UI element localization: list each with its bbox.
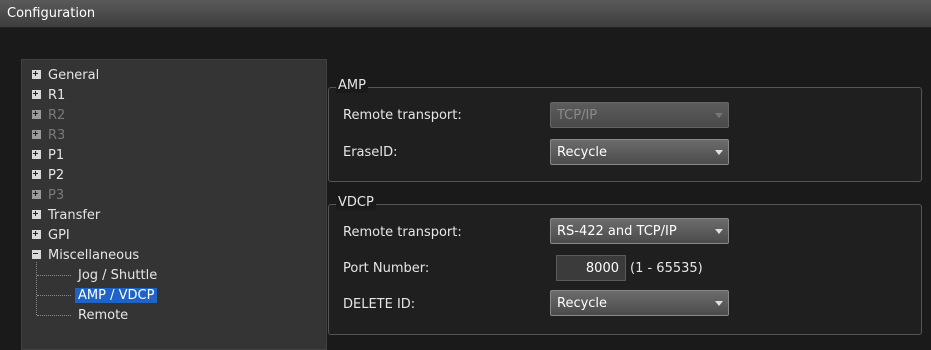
collapse-icon[interactable] (32, 250, 41, 259)
expand-icon[interactable] (32, 170, 41, 179)
chevron-down-icon (715, 301, 723, 306)
chevron-down-icon (715, 150, 723, 155)
chevron-down-icon (715, 229, 723, 234)
tree-connector (37, 295, 71, 296)
amp-group-title: AMP (336, 78, 368, 93)
tree-connector (37, 275, 71, 276)
expand-icon (32, 110, 41, 119)
window-title: Configuration (7, 6, 96, 21)
tree-connector (37, 315, 71, 316)
vdcp-remote-transport-label: Remote transport: (343, 225, 462, 240)
vdcp-group-title: VDCP (336, 195, 376, 210)
expand-icon[interactable] (32, 90, 41, 99)
title-bar: Configuration (0, 0, 931, 28)
vdcp-port-number-label: Port Number: (343, 261, 430, 276)
expand-icon (32, 130, 41, 139)
expand-icon (32, 190, 41, 199)
vdcp-delete-id-dropdown[interactable]: Recycle (550, 290, 729, 316)
amp-erase-id-dropdown[interactable]: Recycle (550, 139, 729, 165)
configuration-tree[interactable]: General R1 R2 R3 P1 P2 P3 Transfer GPI M… (21, 59, 327, 350)
amp-remote-transport-label: Remote transport: (343, 108, 462, 123)
amp-erase-id-label: EraseID: (343, 145, 398, 160)
tree-item-amp-vdcp[interactable]: AMP / VDCP (75, 286, 158, 305)
expand-icon[interactable] (32, 230, 41, 239)
chevron-down-icon (715, 113, 723, 118)
tree-connector (36, 262, 37, 315)
port-number-input-box[interactable] (556, 255, 626, 281)
amp-remote-transport-dropdown: TCP/IP (550, 102, 729, 128)
expand-icon[interactable] (32, 210, 41, 219)
port-range-hint: (1 - 65535) (630, 261, 703, 276)
tree-item-jog-shuttle[interactable]: Jog / Shuttle (78, 266, 157, 285)
vdcp-remote-transport-dropdown[interactable]: RS-422 and TCP/IP (550, 218, 729, 244)
tree-item-remote[interactable]: Remote (78, 306, 128, 325)
vdcp-delete-id-label: DELETE ID: (343, 297, 416, 312)
expand-icon[interactable] (32, 70, 41, 79)
port-number-input[interactable] (557, 256, 625, 280)
expand-icon[interactable] (32, 150, 41, 159)
